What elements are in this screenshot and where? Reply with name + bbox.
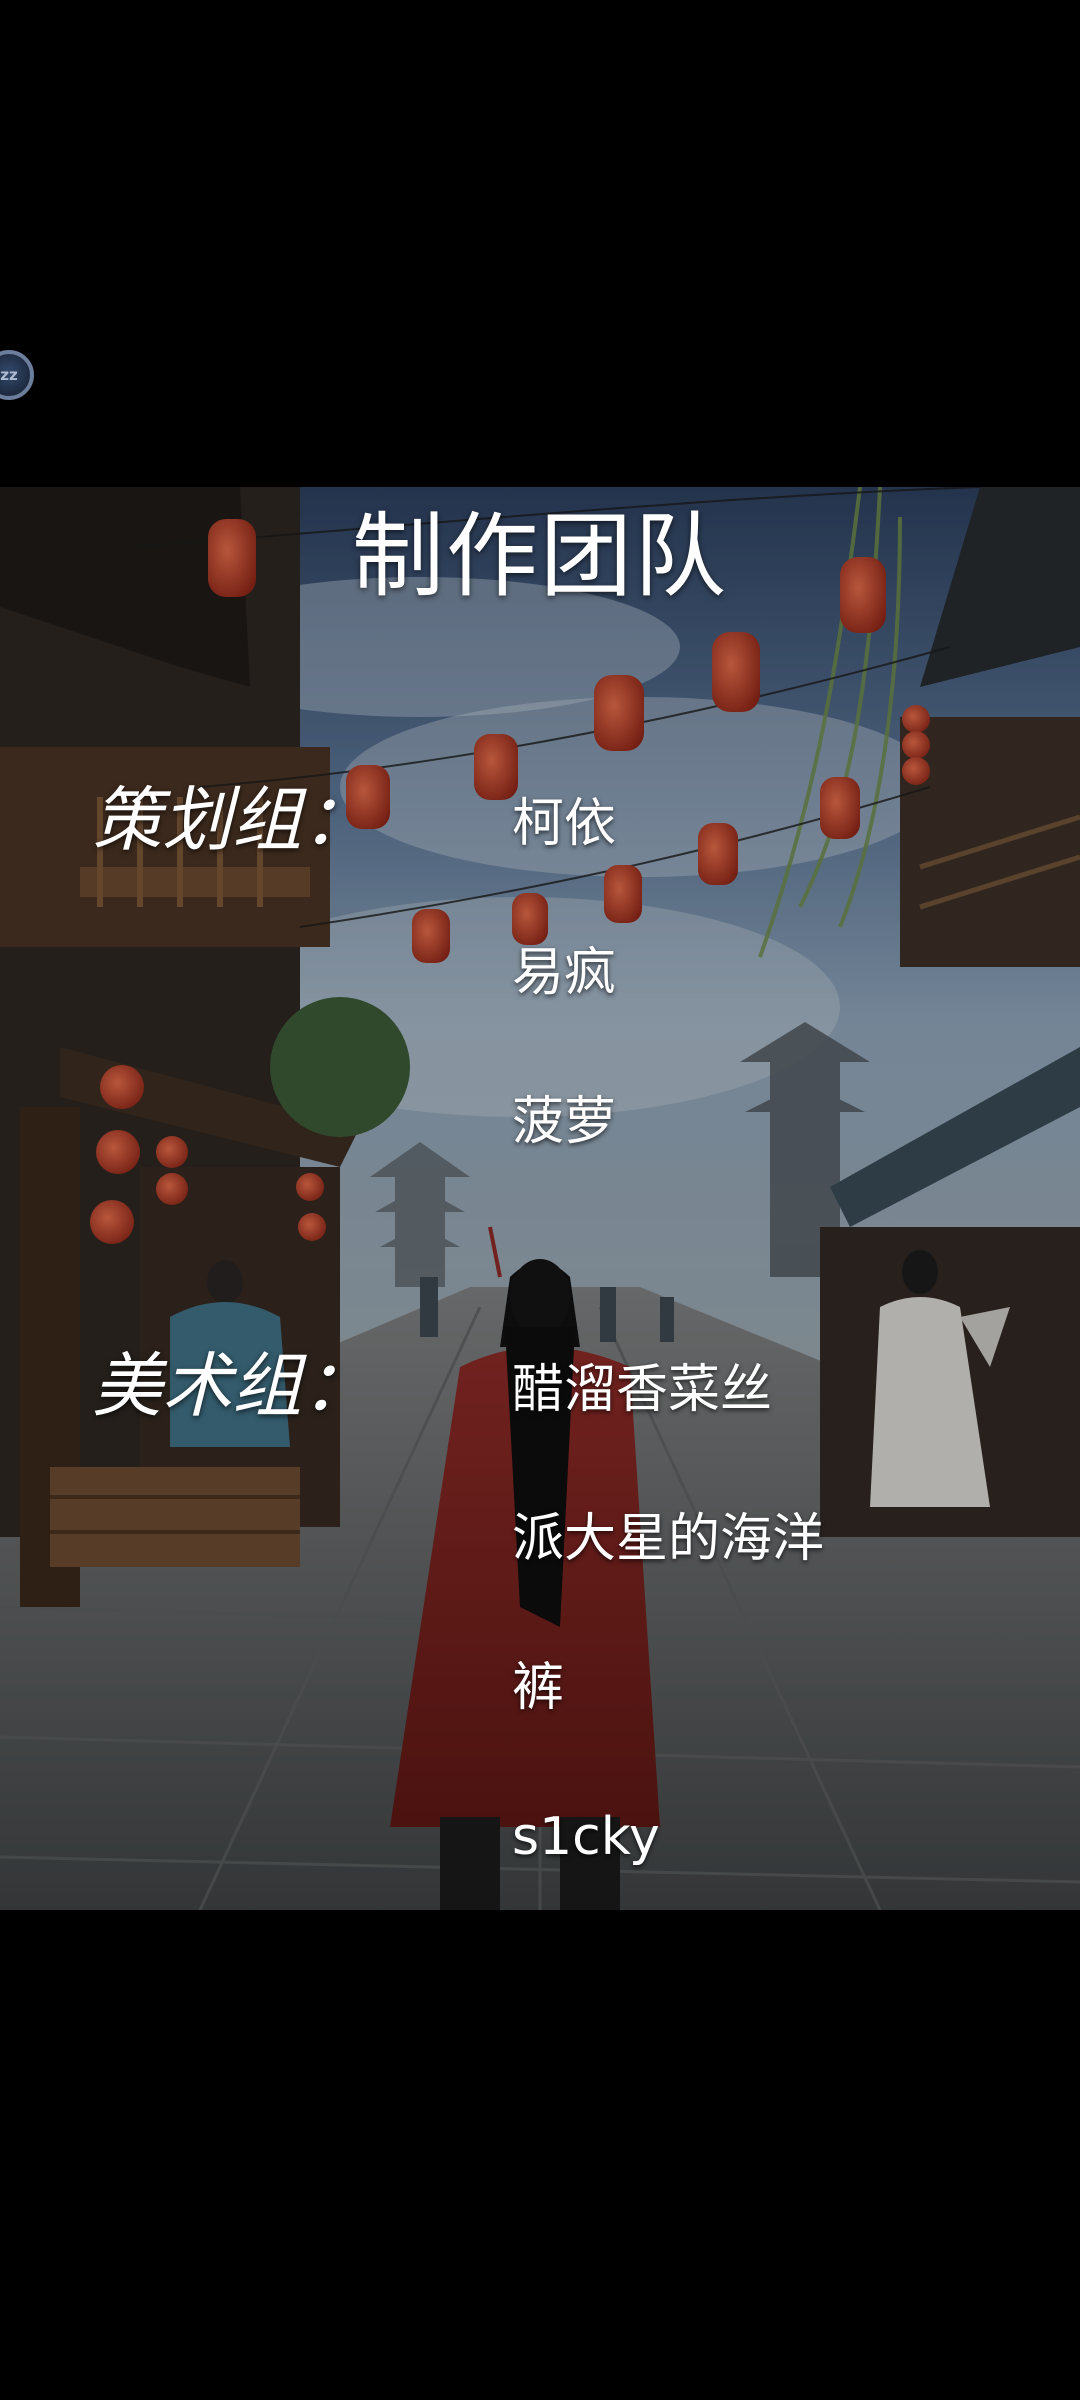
floating-assistant-button[interactable]: zz (0, 350, 34, 400)
credits-title: 制作团队 (351, 503, 728, 610)
art-member: 派大星的海洋 (512, 1509, 825, 1569)
floating-assistant-label: zz (0, 366, 18, 384)
planning-member: 柯依 (512, 794, 617, 854)
credits-screen: zz 制作团队 策划组： 柯依 易疯 菠萝 美术组： 醋溜香菜丝 派大星的海洋 … (0, 0, 1080, 2400)
planning-member: 菠萝 (512, 1092, 617, 1152)
planning-group-label: 策划组： (92, 779, 372, 861)
art-group-label: 美术组： (92, 1345, 372, 1427)
planning-member: 易疯 (512, 943, 617, 1003)
art-member: s1cky (512, 1807, 660, 1867)
art-member: 裤 (512, 1658, 565, 1718)
art-member: 醋溜香菜丝 (512, 1360, 773, 1420)
